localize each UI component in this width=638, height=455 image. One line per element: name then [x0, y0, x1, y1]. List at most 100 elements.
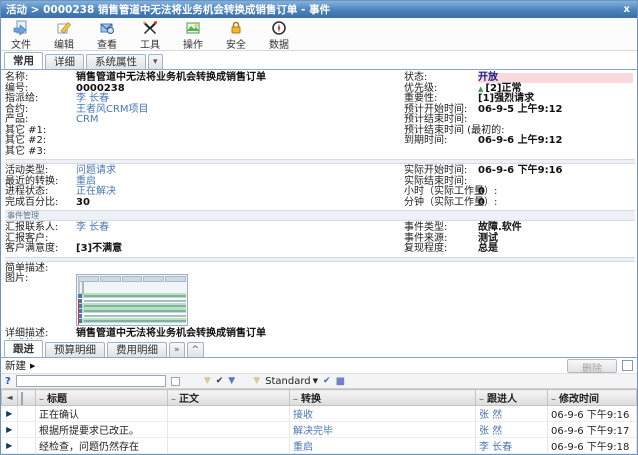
- grid-filter-toolbar: ? ▼ ✔ ▼ ▼ Standard ▼ ✔ ■: [1, 373, 637, 389]
- column-title[interactable]: –标题: [36, 390, 168, 406]
- column-follower[interactable]: –跟进人: [476, 390, 548, 406]
- tab-scroll-button[interactable]: »: [169, 342, 185, 357]
- new-button[interactable]: 新建 ▶: [5, 358, 35, 373]
- filter-active-funnel-icon[interactable]: ▼: [228, 377, 235, 386]
- thumbnail-toolbar: [78, 276, 186, 282]
- grid-settings-icon[interactable]: ■: [336, 376, 345, 387]
- row-arrow-icon[interactable]: ▶: [2, 406, 18, 422]
- activity-type-link[interactable]: 问题请求: [76, 166, 116, 176]
- close-icon[interactable]: x: [622, 4, 632, 15]
- help-icon[interactable]: ?: [5, 376, 11, 387]
- field-other3: 其它 #3:: [5, 147, 404, 158]
- form-section-header: 名称:销售管道中无法将业务机会转换成销售订单 编号:0000238 指派给:李 …: [5, 73, 635, 157]
- field-detail-description: 详细描述:销售管道中无法将业务机会转换成销售订单: [5, 329, 635, 339]
- row-follower-link[interactable]: 张 然: [476, 422, 548, 438]
- toolbar-view-button[interactable]: 查看: [91, 20, 123, 51]
- attachment-thumbnail[interactable]: [76, 274, 188, 326]
- toolbar-data-label: 数据: [269, 36, 289, 51]
- standard-view-dropdown[interactable]: Standard ▼: [265, 376, 318, 387]
- row-select-cell[interactable]: [18, 406, 36, 422]
- toolbar-tools-label: 工具: [140, 36, 160, 51]
- filter-check-icon[interactable]: ✔: [216, 376, 224, 386]
- sort-icon: –: [171, 394, 176, 405]
- row-transition-link[interactable]: 重启: [290, 438, 476, 454]
- grid-search-input[interactable]: [16, 375, 166, 387]
- field-due-time: 到期时间:06-9-6 上午9:12: [404, 136, 635, 147]
- table-row[interactable]: ▶ 根据所提要求已改正。 解决完毕 张 然 06-9-6 下午9:17: [2, 422, 637, 438]
- menu-toolbar: 文件 编辑 查看 工具 操作 安全 数据: [1, 18, 637, 51]
- field-last-transition: 最近的转换:重启: [5, 177, 404, 188]
- filter-funnel-icon[interactable]: ▼: [204, 377, 211, 386]
- report-contact-link[interactable]: 李 长春: [76, 223, 109, 233]
- row-arrow-icon[interactable]: ▶: [2, 422, 18, 438]
- sort-icon: –: [293, 394, 298, 405]
- field-satisfaction: 客户满意度:[3]不满意: [5, 244, 404, 255]
- row-follower-link[interactable]: 张 然: [476, 406, 548, 422]
- tab-follow-up[interactable]: 跟进: [4, 340, 43, 357]
- expand-grid-icon[interactable]: [622, 360, 633, 371]
- field-progress-status: 进程状态:正在解决: [5, 187, 404, 198]
- sort-icon: –: [551, 394, 556, 405]
- field-other2: 其它 #2:: [5, 136, 404, 147]
- toolbar-view-label: 查看: [97, 36, 117, 51]
- form-section-progress: 活动类型:问题请求 最近的转换:重启 进程状态:正在解决 完成百分比:30 实际…: [5, 166, 635, 208]
- progress-status-link[interactable]: 正在解决: [76, 187, 116, 197]
- standard-view-label: Standard: [265, 376, 311, 387]
- row-transition-link[interactable]: 解决完毕: [290, 422, 476, 438]
- toolbar-actions-label: 操作: [183, 36, 203, 51]
- row-select-cell[interactable]: [18, 422, 36, 438]
- tab-budget-detail[interactable]: 预算明细: [45, 342, 105, 357]
- field-number: 编号:0000238: [5, 84, 404, 95]
- field-reproducibility: 复现程度:总是: [404, 244, 635, 255]
- row-follower-link[interactable]: 李 长春: [476, 438, 548, 454]
- toolbar-tools-button[interactable]: 工具: [134, 20, 166, 51]
- field-report-contact: 汇报联系人:李 长春: [5, 223, 404, 234]
- row-title-cell: 根据所提要求已改正。: [36, 422, 168, 438]
- field-importance: 重要性:[1]强烈请求: [404, 94, 635, 105]
- assigned-to-link[interactable]: 李 长春: [76, 94, 109, 104]
- toolbar-security-label: 安全: [226, 36, 246, 51]
- status-badge: 开放: [478, 73, 633, 83]
- tab-collapse-button[interactable]: ^: [187, 342, 205, 357]
- thumbnail-highlight: [78, 299, 79, 325]
- toolbar-edit-button[interactable]: 编辑: [48, 20, 80, 51]
- tab-more-dropdown[interactable]: ▾: [148, 54, 163, 69]
- field-planned-end: 预计结束时间:: [404, 115, 635, 126]
- contract-link[interactable]: 王者风CRM项目: [76, 105, 149, 115]
- tab-general[interactable]: 常用: [4, 52, 43, 69]
- field-actual-hours: 小时（实际工作量）:0: [404, 187, 635, 198]
- filter-checkbox-icon[interactable]: [171, 377, 180, 386]
- new-button-label: 新建: [5, 358, 26, 373]
- column-transition[interactable]: –转换: [290, 390, 476, 406]
- collapse-all-icon[interactable]: ◄: [2, 390, 18, 406]
- row-title-cell: 正在确认: [36, 406, 168, 422]
- column-modified[interactable]: –修改时间: [548, 390, 637, 406]
- column-body[interactable]: –正文: [168, 390, 290, 406]
- row-arrow-icon[interactable]: ▶: [2, 438, 18, 454]
- select-all-checkbox[interactable]: [21, 392, 23, 405]
- tab-detail[interactable]: 详细: [45, 54, 84, 69]
- security-icon: [228, 20, 244, 36]
- toolbar-actions-button[interactable]: 操作: [177, 20, 209, 51]
- field-actual-start: 实际开始时间:06-9-6 下午9:16: [404, 166, 635, 177]
- thumbnail-search-row: [78, 281, 80, 294]
- table-row[interactable]: ▶ 经检查，问题仍然存在 重启 李 长春 06-9-6 下午9:18: [2, 438, 637, 454]
- product-link[interactable]: CRM: [76, 115, 99, 125]
- file-icon: [13, 20, 29, 36]
- menu-arrow-icon: ▶: [30, 362, 35, 370]
- row-select-cell[interactable]: [18, 438, 36, 454]
- tab-system-properties[interactable]: 系统属性: [86, 54, 146, 69]
- field-other1: 其它 #1:: [5, 126, 404, 137]
- toolbar-file-button[interactable]: 文件: [5, 20, 37, 51]
- section-divider: [5, 257, 635, 262]
- tab-expense-detail[interactable]: 费用明细: [107, 342, 167, 357]
- delete-button[interactable]: 删除: [567, 359, 617, 373]
- table-row[interactable]: ▶ 正在确认 接收 张 然 06-9-6 下午9:16: [2, 406, 637, 422]
- field-report-customer: 汇报客户:: [5, 234, 404, 245]
- toolbar-security-button[interactable]: 安全: [220, 20, 252, 51]
- row-transition-link[interactable]: 接收: [290, 406, 476, 422]
- toolbar-data-button[interactable]: 数据: [263, 20, 295, 51]
- filter-funnel2-icon[interactable]: ▼: [253, 377, 260, 386]
- apply-check-icon[interactable]: ✔: [323, 376, 331, 386]
- table-header-row: ◄ –标题 –正文 –转换 –跟进人 –修改时间: [2, 390, 637, 406]
